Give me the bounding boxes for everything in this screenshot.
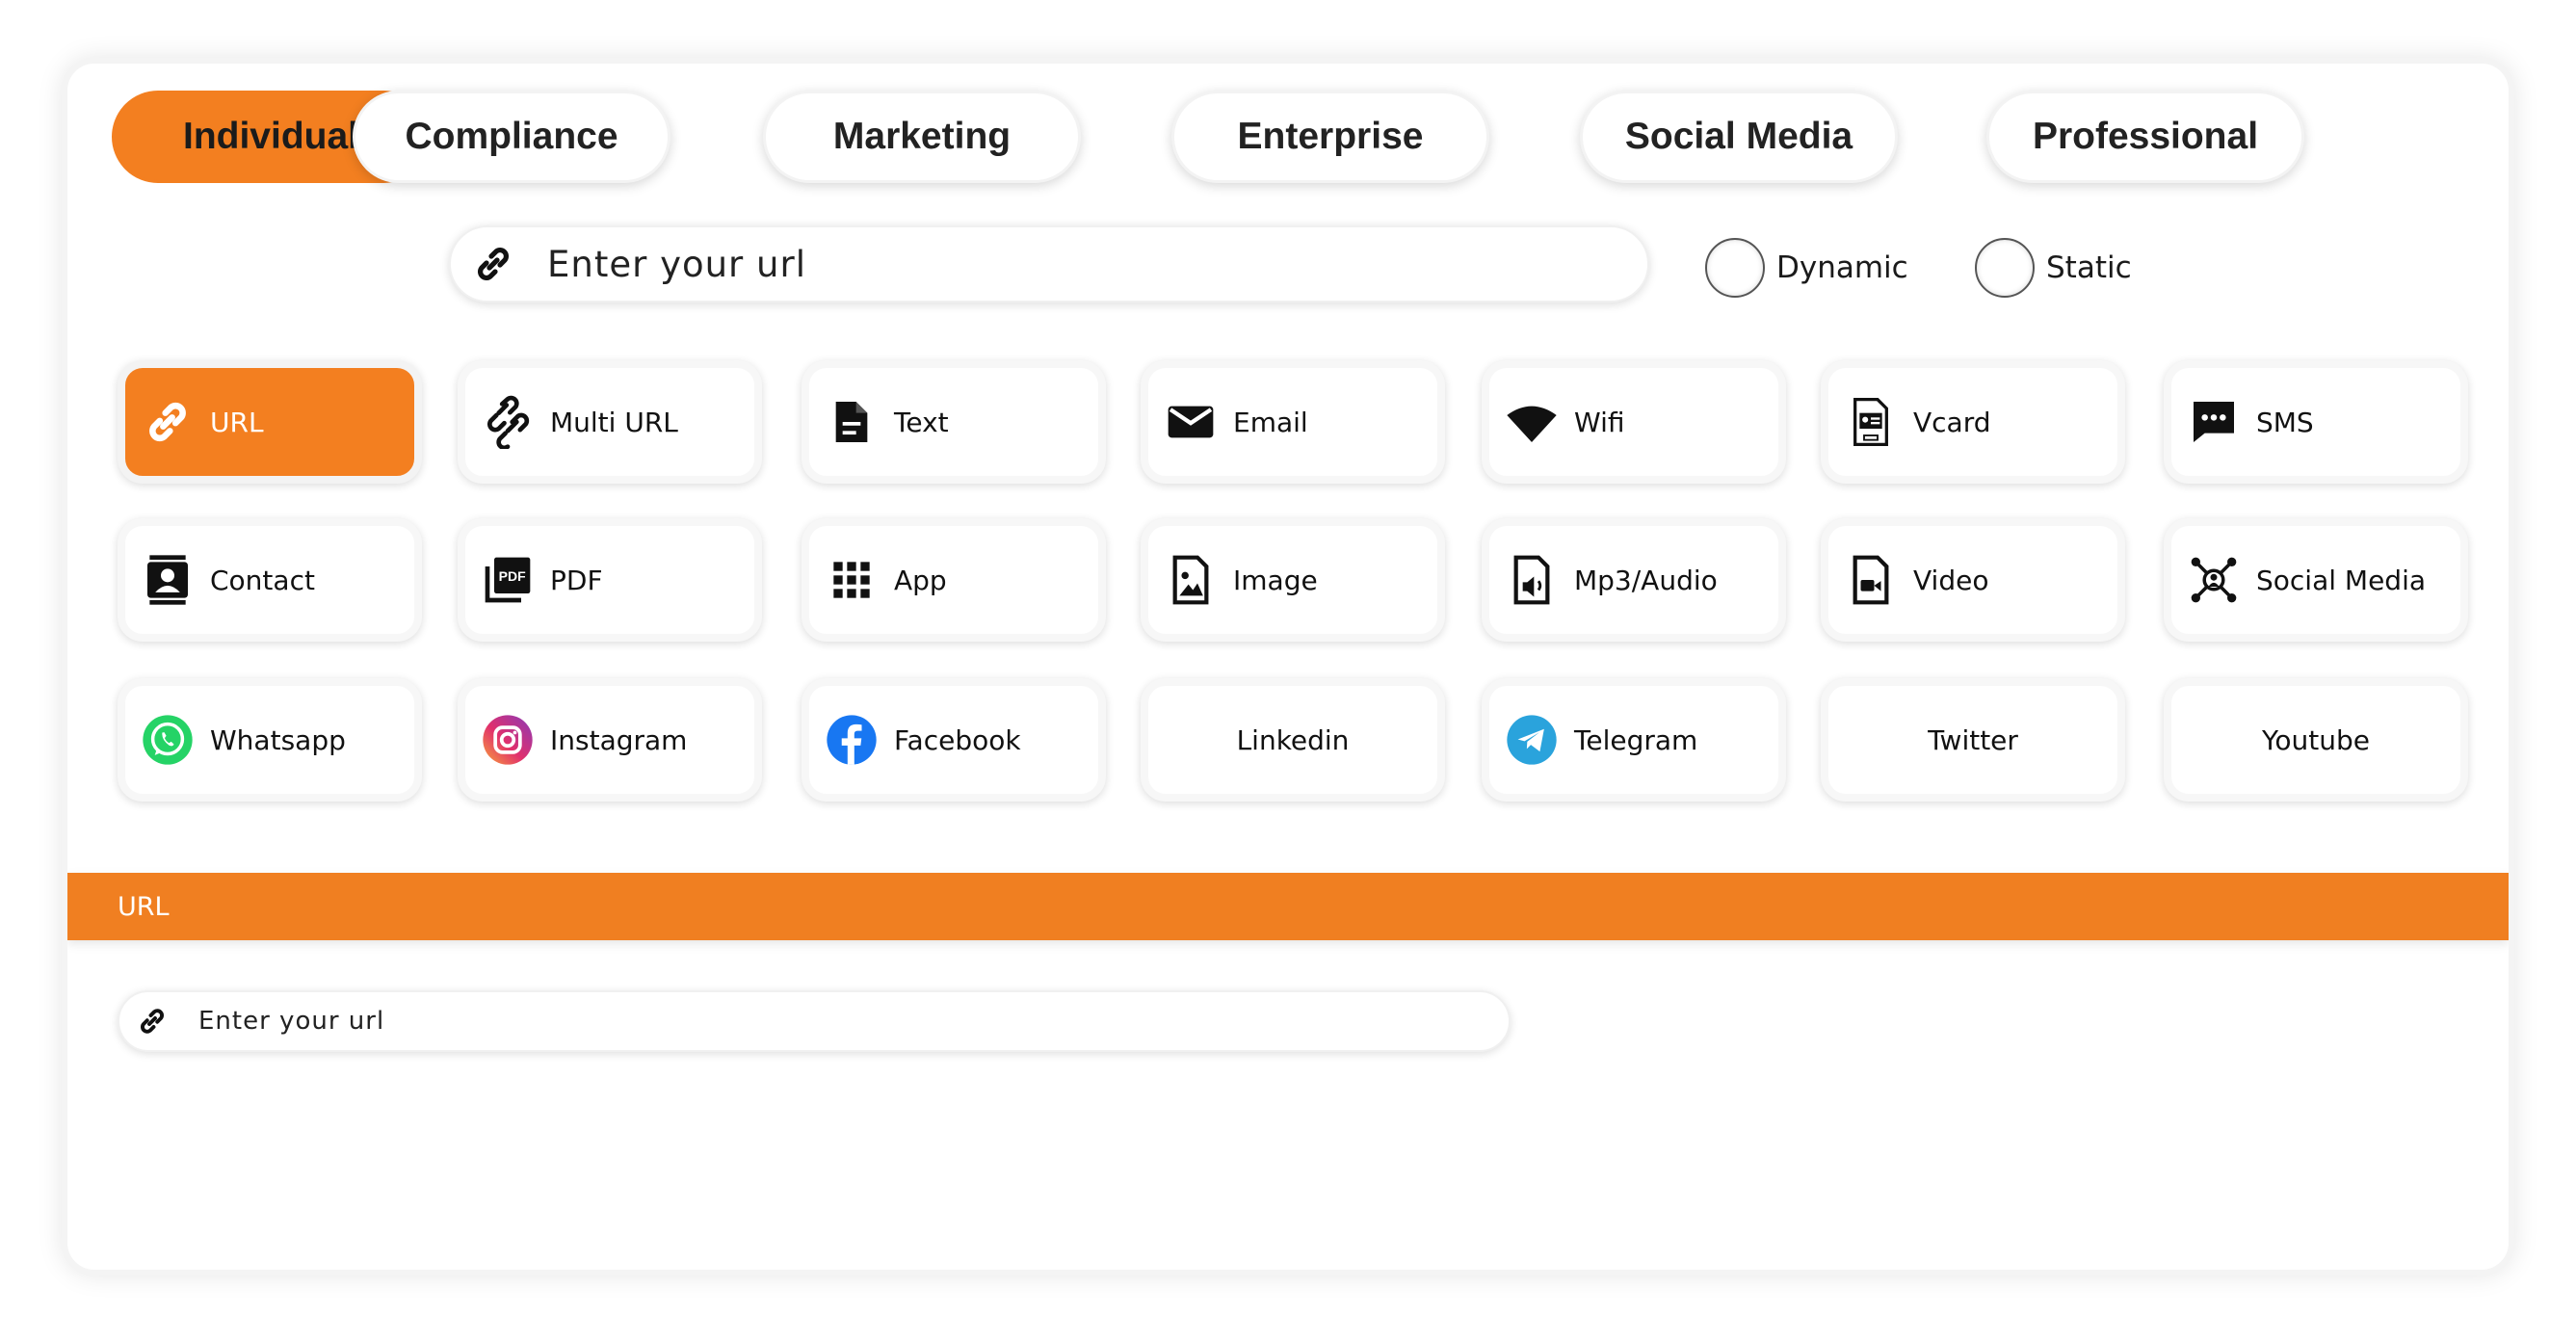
radio-label-dynamic: Dynamic [1776, 250, 1908, 285]
type-tile-vcard[interactable]: Vcard [1821, 360, 2125, 484]
tab-professional[interactable]: Professional [1986, 91, 2304, 183]
type-tile-wifi[interactable]: Wifi [1482, 360, 1786, 484]
image-file-icon [1164, 553, 1218, 607]
type-label-image: Image [1233, 564, 1318, 596]
tab-marketing[interactable]: Marketing [763, 91, 1081, 183]
type-label-telegram: Telegram [1574, 723, 1698, 756]
radio-circle-static[interactable] [1975, 238, 2035, 298]
type-label-video: Video [1913, 564, 1989, 596]
instagram-icon [481, 713, 535, 767]
type-label-pdf: PDF [550, 564, 603, 596]
tab-social-media[interactable]: Social Media [1580, 91, 1898, 183]
type-tile-contact[interactable]: Contact [118, 518, 422, 642]
type-tile-multi-url[interactable]: Multi URL [458, 360, 762, 484]
vcard-file-icon [1844, 395, 1898, 449]
type-label-youtube: Youtube [2262, 723, 2370, 756]
url-input-box [449, 225, 1649, 302]
type-label-contact: Contact [210, 564, 315, 596]
type-tile-instagram[interactable]: Instagram [458, 678, 762, 802]
link-icon [141, 1009, 164, 1034]
type-tile-social-media[interactable]: Social Media [2164, 518, 2468, 642]
section-header-url: URL [67, 873, 2509, 940]
social-network-icon [2187, 553, 2241, 607]
type-label-sms: SMS [2256, 406, 2314, 438]
facebook-icon [825, 713, 879, 767]
audio-file-icon [1505, 553, 1559, 607]
type-label-linkedin: Linkedin [1236, 723, 1350, 756]
type-label-twitter: Twitter [1928, 723, 2018, 756]
envelope-icon [1164, 395, 1218, 449]
url-input[interactable] [547, 243, 1607, 285]
type-label-instagram: Instagram [550, 723, 688, 756]
type-tile-url[interactable]: URL [118, 360, 422, 484]
type-label-wifi: Wifi [1574, 406, 1625, 438]
whatsapp-icon [141, 713, 195, 767]
type-tile-linkedin[interactable]: Linkedin [1141, 678, 1445, 802]
type-label-facebook: Facebook [894, 723, 1021, 756]
chat-bubble-icon [2187, 395, 2241, 449]
type-label-text: Text [894, 406, 949, 438]
type-label-email: Email [1233, 406, 1308, 438]
type-label-multi-url: Multi URL [550, 406, 678, 438]
link-icon [478, 248, 509, 280]
type-label-app: App [894, 564, 947, 596]
contact-book-icon [141, 553, 195, 607]
radio-static[interactable]: Static [1975, 237, 2132, 299]
tab-compliance[interactable]: Compliance [353, 91, 670, 183]
radio-dynamic[interactable]: Dynamic [1705, 237, 1908, 299]
link-icon [141, 395, 195, 449]
section-url-input-box [118, 990, 1511, 1052]
section-title: URL [118, 891, 170, 922]
type-label-whatsapp: Whatsapp [210, 723, 346, 756]
type-label-url: URL [210, 406, 264, 438]
type-label-vcard: Vcard [1913, 406, 1991, 438]
type-tile-app[interactable]: App [802, 518, 1106, 642]
radio-label-static: Static [2046, 250, 2132, 285]
type-tile-email[interactable]: Email [1141, 360, 1445, 484]
pdf-icon: PDF [481, 553, 535, 607]
multi-link-icon [481, 395, 535, 449]
type-tile-youtube[interactable]: Youtube [2164, 678, 2468, 802]
tab-enterprise[interactable]: Enterprise [1171, 91, 1489, 183]
document-icon [825, 395, 879, 449]
type-tile-mp3-audio[interactable]: Mp3/Audio [1482, 518, 1786, 642]
qr-generator-card: Individual Compliance Marketing Enterpri… [62, 58, 2514, 1275]
type-tile-telegram[interactable]: Telegram [1482, 678, 1786, 802]
svg-text:PDF: PDF [499, 568, 526, 584]
type-tile-whatsapp[interactable]: Whatsapp [118, 678, 422, 802]
type-tile-pdf[interactable]: PDF PDF [458, 518, 762, 642]
type-tile-text[interactable]: Text [802, 360, 1106, 484]
app-grid-icon [825, 553, 879, 607]
type-label-mp3-audio: Mp3/Audio [1574, 564, 1718, 596]
type-tile-facebook[interactable]: Facebook [802, 678, 1106, 802]
type-label-social-media: Social Media [2256, 564, 2427, 596]
telegram-icon [1505, 713, 1559, 767]
type-tile-sms[interactable]: SMS [2164, 360, 2468, 484]
type-tile-image[interactable]: Image [1141, 518, 1445, 642]
radio-circle-dynamic[interactable] [1705, 238, 1765, 298]
type-tile-video[interactable]: Video [1821, 518, 2125, 642]
type-tile-twitter[interactable]: Twitter [1821, 678, 2125, 802]
section-url-input[interactable] [198, 1007, 1451, 1036]
wifi-icon [1505, 395, 1559, 449]
category-tabs: Individual Compliance Marketing Enterpri… [67, 91, 2509, 187]
video-file-icon [1844, 553, 1898, 607]
